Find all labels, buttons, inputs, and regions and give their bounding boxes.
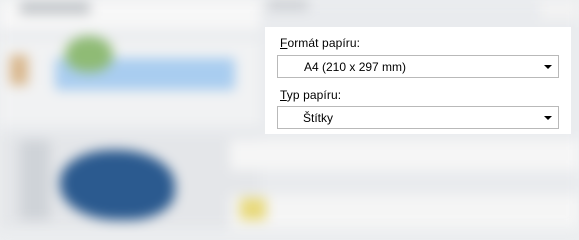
background-corner <box>540 0 579 20</box>
chevron-down-icon[interactable] <box>544 116 552 120</box>
background-yellow-icon <box>240 198 266 220</box>
paper-format-value: A4 (210 x 297 mm) <box>304 60 407 74</box>
background-thumbnail <box>10 55 28 85</box>
background-text <box>20 2 90 14</box>
paper-format-label: Formát papíru: <box>280 36 360 50</box>
paper-type-label-text: yp papíru: <box>286 88 342 102</box>
leaf-icon <box>65 36 113 72</box>
background-row <box>230 195 579 228</box>
paper-settings-panel: Formát papíru: A4 (210 x 297 mm) Typ pap… <box>265 27 571 134</box>
paper-type-value: Štítky <box>303 111 334 125</box>
chevron-down-icon[interactable] <box>544 65 552 69</box>
paper-type-access-key: T <box>280 88 287 102</box>
background-blue-image <box>60 150 175 220</box>
paper-type-select[interactable]: Štítky <box>277 106 559 129</box>
paper-type-label: Typ papíru: <box>280 88 341 102</box>
paper-format-select[interactable]: A4 (210 x 297 mm) <box>277 55 559 78</box>
paper-format-label-text: ormát papíru: <box>287 36 361 50</box>
background-row <box>230 140 579 170</box>
background-text <box>268 0 308 10</box>
background-column <box>20 140 50 220</box>
